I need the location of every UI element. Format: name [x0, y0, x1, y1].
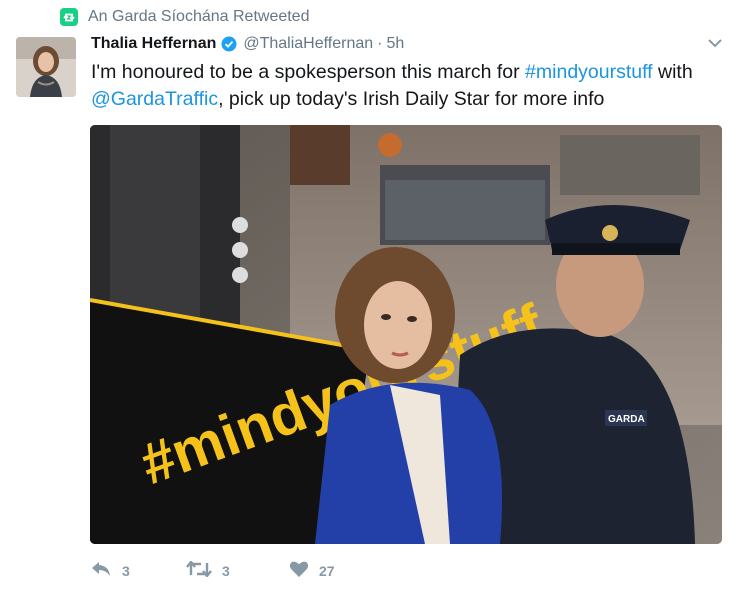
tweet-text-part: with — [652, 61, 693, 83]
retweet-count: 3 — [222, 562, 230, 579]
tweet-text: I'm honoured to be a spokesperson this m… — [91, 59, 731, 113]
garda-badge: GARDA — [608, 414, 645, 425]
heart-icon — [289, 560, 309, 581]
retweet-button[interactable]: 3 — [186, 560, 289, 580]
verified-badge-icon — [221, 36, 237, 52]
hashtag-link[interactable]: #mindyourstuff — [525, 61, 653, 83]
chevron-down-icon[interactable] — [706, 36, 724, 50]
tweet-timestamp[interactable]: 5h — [386, 35, 404, 53]
tweet-actions: 3 3 27 — [90, 560, 335, 581]
reply-count: 3 — [122, 562, 130, 579]
tweet-photo[interactable]: #mindyourstuff GARDA — [90, 125, 722, 544]
retweeted-by-label[interactable]: An Garda Síochána Retweeted — [88, 8, 309, 26]
tweet-text-part: , pick up today's Irish Daily Star for m… — [218, 88, 605, 110]
tweet-header: Thalia Heffernan @ThaliaHeffernan · 5h — [91, 35, 404, 53]
avatar[interactable] — [16, 37, 76, 97]
reply-button[interactable]: 3 — [90, 561, 186, 580]
author-name[interactable]: Thalia Heffernan — [91, 35, 216, 53]
like-button[interactable]: 27 — [289, 560, 335, 581]
reply-icon — [90, 561, 112, 580]
retweet-icon — [186, 560, 212, 580]
tweet-text-part: I'm honoured to be a spokesperson this m… — [91, 61, 526, 83]
retweet-context: An Garda Síochána Retweeted — [60, 8, 309, 26]
separator-dot: · — [377, 35, 383, 52]
like-count: 27 — [319, 562, 335, 579]
mention-link[interactable]: @GardaTraffic — [91, 88, 218, 110]
author-handle[interactable]: @ThaliaHeffernan — [243, 35, 373, 53]
retweet-icon — [60, 8, 78, 26]
